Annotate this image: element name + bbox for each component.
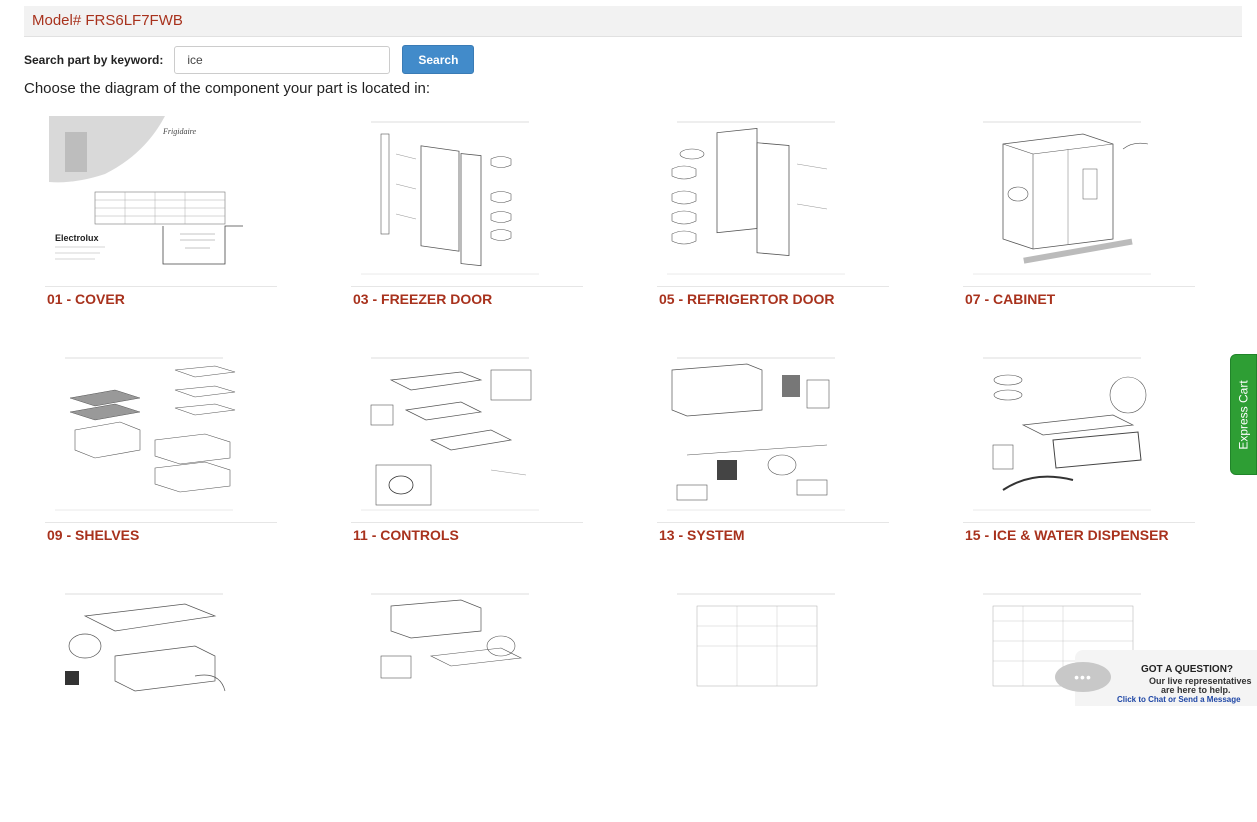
diagram-thumbnail[interactable]: Frigidaire Electrolux <box>45 114 243 282</box>
diagram-title[interactable]: 15 - ICE & WATER DISPENSER <box>965 527 1169 543</box>
diagram-card[interactable]: 09 - SHELVES <box>45 350 351 586</box>
chat-title: GOT A QUESTION? <box>1141 664 1234 675</box>
card-divider <box>657 522 889 523</box>
search-row: Search part by keyword: Search <box>24 45 475 74</box>
diagram-thumbnail[interactable] <box>45 586 243 754</box>
card-divider <box>45 522 277 523</box>
search-label: Search part by keyword: <box>24 52 164 67</box>
instruction-text: Choose the diagram of the component your… <box>24 80 431 97</box>
cover-brand-text: Electrolux <box>55 233 99 243</box>
diagram-thumbnail[interactable] <box>45 350 243 518</box>
diagram-thumbnail[interactable] <box>963 114 1161 282</box>
chat-bubble-icon[interactable]: ••• <box>1055 662 1111 692</box>
diagram-thumbnail[interactable] <box>351 586 549 754</box>
diagram-card[interactable]: 05 - REFRIGERTOR DOOR <box>657 114 963 350</box>
search-button[interactable]: Search <box>402 45 475 74</box>
diagram-title[interactable]: 07 - CABINET <box>965 291 1055 307</box>
diagram-thumbnail[interactable] <box>963 350 1161 518</box>
diagram-title[interactable]: 13 - SYSTEM <box>659 527 745 543</box>
express-cart-label: Express Cart <box>1236 379 1251 450</box>
card-divider <box>657 286 889 287</box>
card-divider <box>351 286 583 287</box>
card-divider <box>963 522 1195 523</box>
diagram-grid: Frigidaire Electrolux 01 - COVER 03 - FR… <box>45 114 1215 822</box>
model-title: Model# FRS6LF7FWB <box>32 12 183 29</box>
svg-text:Frigidaire: Frigidaire <box>162 127 196 136</box>
diagram-card[interactable] <box>657 586 963 822</box>
diagram-thumbnail[interactable] <box>657 586 855 754</box>
diagram-thumbnail[interactable] <box>657 114 855 282</box>
chat-widget[interactable]: GOT A QUESTION? Our live representatives… <box>1055 640 1257 706</box>
diagram-thumbnail[interactable] <box>351 114 549 282</box>
card-divider <box>45 286 277 287</box>
diagram-card[interactable] <box>351 586 657 822</box>
card-divider <box>351 522 583 523</box>
chat-subtitle: are here to help. <box>1161 685 1231 695</box>
diagram-title[interactable]: 05 - REFRIGERTOR DOOR <box>659 291 835 307</box>
diagram-card[interactable]: 13 - SYSTEM <box>657 350 963 586</box>
diagram-card[interactable]: 07 - CABINET <box>963 114 1215 350</box>
card-divider <box>963 286 1195 287</box>
diagram-card[interactable]: 15 - ICE & WATER DISPENSER <box>963 350 1215 586</box>
diagram-thumbnail[interactable] <box>657 350 855 518</box>
diagram-title[interactable]: 01 - COVER <box>47 291 125 307</box>
diagram-card[interactable]: Frigidaire Electrolux 01 - COVER <box>45 114 351 350</box>
search-input[interactable] <box>174 45 391 74</box>
diagram-title[interactable]: 03 - FREEZER DOOR <box>353 291 492 307</box>
diagram-title[interactable]: 11 - CONTROLS <box>353 527 459 543</box>
diagram-card[interactable]: 03 - FREEZER DOOR <box>351 114 657 350</box>
chat-link[interactable]: Click to Chat or Send a Message <box>1117 695 1241 704</box>
model-title-bar: Model# FRS6LF7FWB <box>24 6 1242 37</box>
express-cart-tab[interactable]: Express Cart <box>1230 354 1257 475</box>
diagram-title[interactable]: 09 - SHELVES <box>47 527 139 543</box>
diagram-thumbnail[interactable] <box>351 350 549 518</box>
diagram-card[interactable] <box>45 586 351 822</box>
diagram-card[interactable]: 11 - CONTROLS <box>351 350 657 586</box>
